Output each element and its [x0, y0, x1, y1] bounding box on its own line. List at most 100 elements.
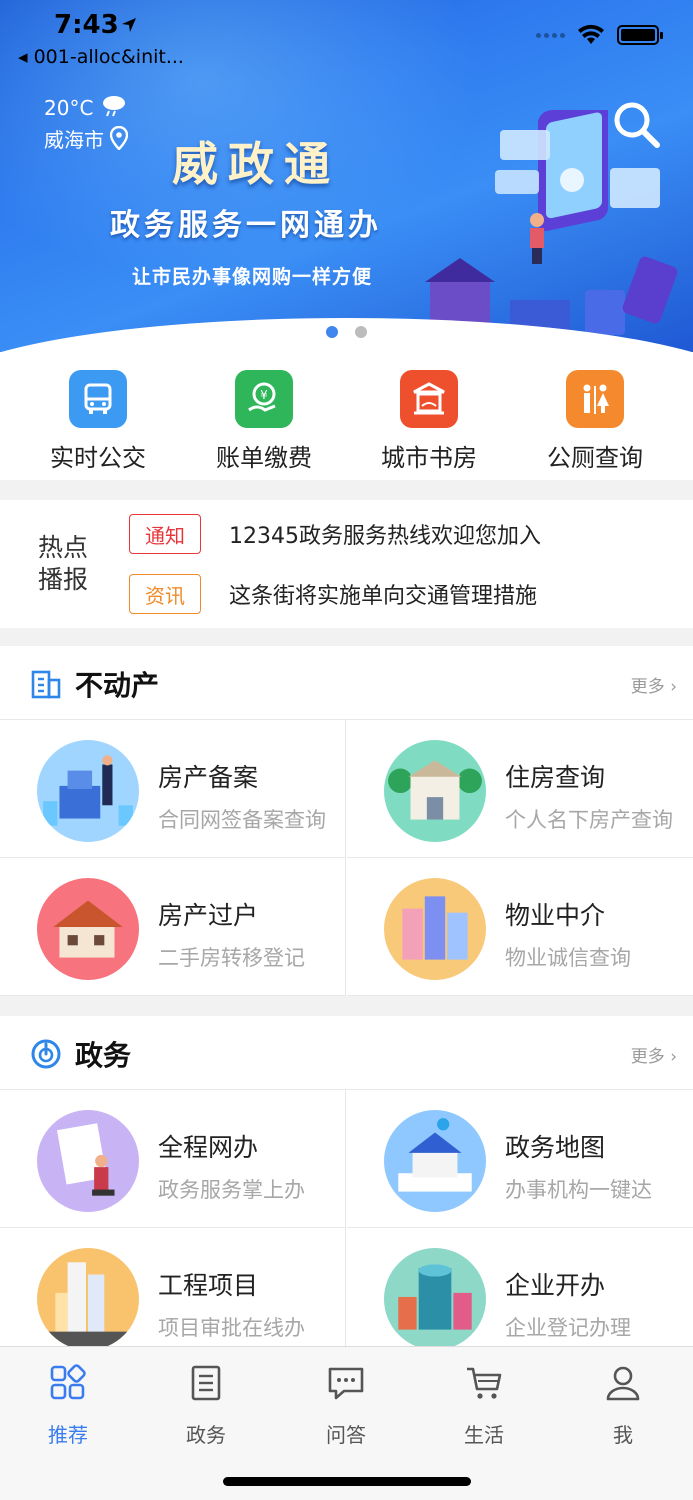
service-card[interactable]: 物业中介 物业诚信查询 [347, 858, 693, 996]
card-subtitle: 办事机构一键达 [505, 1178, 652, 1202]
banner-subtitle: 政务服务一网通办 [110, 208, 382, 243]
service-card[interactable]: 房产备案 合同网签备案查询 [0, 720, 346, 858]
quick-item-bus[interactable]: 实时公交 [28, 370, 168, 473]
city-name: 威海市 [44, 128, 104, 152]
banner-carousel[interactable]: 7:43 ◂ 001-alloc&init... 20°C 威海市 威政通 政务… [0, 0, 693, 352]
quick-label: 城市书房 [381, 444, 477, 472]
restroom-icon [566, 370, 624, 428]
section-header: 不动产 更多 › [0, 646, 693, 720]
more-label: 更多 [630, 677, 665, 697]
chevron-right-icon: › [670, 1047, 677, 1067]
pager-dot-1[interactable] [326, 326, 338, 338]
service-card[interactable]: 政务地图 办事机构一键达 [347, 1090, 693, 1228]
card-title: 工程项目 [158, 1271, 259, 1300]
banner-tagline: 让市民办事像网购一样方便 [132, 266, 373, 288]
status-indicators [536, 24, 663, 46]
tab-label: 问答 [326, 1423, 366, 1447]
filing-illustration-icon [37, 740, 139, 842]
news-text: 这条街将实施单向交通管理措施 [229, 584, 538, 609]
quick-item-bill[interactable]: ¥ 账单缴费 [194, 370, 334, 473]
online-service-illustration-icon [37, 1110, 139, 1212]
news-text: 12345政务服务热线欢迎您加入 [229, 524, 541, 549]
quick-item-restroom[interactable]: 公厕查询 [525, 370, 665, 473]
chat-icon [328, 1367, 364, 1400]
cellular-signal-icon [536, 32, 565, 38]
weather-temp-row: 20°C [44, 92, 128, 124]
carousel-pager[interactable] [326, 326, 367, 338]
section-government: 政务 更多 › 全程网办 政务服务掌上办 政务地图 办事机构一键达 工程项目 项… [0, 1016, 693, 1366]
card-title: 政务地图 [505, 1133, 606, 1162]
government-map-illustration-icon [384, 1110, 486, 1212]
city-row: 威海市 [44, 124, 129, 156]
hot-news-item[interactable]: 通知 12345政务服务热线欢迎您加入 [129, 514, 541, 554]
service-card[interactable]: 房产过户 二手房转移登记 [0, 858, 346, 996]
wifi-icon [578, 24, 604, 44]
banner-title: 威政通 [172, 137, 340, 191]
business-startup-illustration-icon [384, 1248, 486, 1350]
section-title: 不动产 [75, 669, 160, 702]
home-indicator[interactable] [223, 1477, 471, 1486]
card-title: 房产备案 [158, 763, 259, 792]
temperature: 20°C [44, 96, 94, 120]
status-time: 7:43 [54, 10, 119, 40]
pager-dot-2[interactable] [355, 326, 367, 338]
more-link[interactable]: 更多 › [631, 1042, 677, 1067]
status-bar: 7:43 ◂ 001-alloc&init... [0, 0, 693, 76]
quick-item-library[interactable]: 城市书房 [359, 370, 499, 473]
quick-services: 实时公交 ¥ 账单缴费 城市书房 公厕查询 [0, 352, 693, 480]
section-title: 政务 [75, 1039, 132, 1072]
tab-life[interactable]: 生活 [424, 1363, 544, 1448]
cart-icon [467, 1367, 502, 1399]
cloud-rain-icon [102, 96, 125, 117]
section-header: 政务 更多 › [0, 1016, 693, 1090]
hot-news-item[interactable]: 资讯 这条街将实施单向交通管理措施 [129, 574, 537, 614]
tab-qa[interactable]: 问答 [286, 1363, 406, 1448]
card-subtitle: 个人名下房产查询 [505, 808, 673, 832]
more-label: 更多 [630, 1047, 665, 1067]
library-icon [400, 370, 458, 428]
chevron-right-icon: › [670, 677, 677, 697]
service-card[interactable]: 住房查询 个人名下房产查询 [347, 720, 693, 858]
back-to-app-link[interactable]: ◂ 001-alloc&init... [18, 46, 184, 68]
recommend-icon [50, 1364, 86, 1400]
card-subtitle: 政务服务掌上办 [158, 1178, 305, 1202]
user-icon [606, 1366, 640, 1401]
card-title: 房产过户 [158, 901, 259, 930]
construction-project-illustration-icon [37, 1248, 139, 1350]
card-subtitle: 二手房转移登记 [158, 946, 305, 970]
money-hand-icon: ¥ [235, 370, 293, 428]
tab-recommend[interactable]: 推荐 [8, 1363, 128, 1448]
quick-label: 公厕查询 [547, 444, 643, 472]
card-subtitle: 项目审批在线办 [158, 1316, 305, 1340]
search-icon[interactable] [612, 100, 662, 150]
hot-news-title: 热点播报 [38, 533, 89, 594]
bus-icon [69, 370, 127, 428]
quick-label: 实时公交 [50, 444, 146, 472]
hot-news-panel: 热点播报 通知 12345政务服务热线欢迎您加入 资讯 这条街将实施单向交通管理… [0, 500, 693, 628]
tab-label: 推荐 [48, 1423, 88, 1447]
weather-widget[interactable]: 20°C 威海市 [44, 92, 129, 156]
card-title: 企业开办 [505, 1271, 606, 1300]
property-agency-illustration-icon [384, 878, 486, 980]
tab-government[interactable]: 政务 [146, 1363, 266, 1448]
quick-label: 账单缴费 [216, 444, 312, 472]
more-link[interactable]: 更多 › [631, 672, 677, 697]
power-icon [31, 1039, 61, 1069]
tab-me[interactable]: 我 [563, 1363, 683, 1448]
list-icon [191, 1365, 221, 1401]
service-card[interactable]: 全程网办 政务服务掌上办 [0, 1090, 346, 1228]
card-subtitle: 合同网签备案查询 [158, 808, 326, 832]
tab-label: 我 [613, 1423, 633, 1447]
card-subtitle: 企业登记办理 [505, 1316, 631, 1340]
location-pin-icon [110, 125, 129, 151]
housing-illustration-icon [384, 740, 486, 842]
section-real-estate: 不动产 更多 › 房产备案 合同网签备案查询 住房查询 个人名下房产查询 房产过… [0, 646, 693, 996]
location-arrow-icon [122, 18, 136, 32]
card-title: 全程网办 [158, 1133, 259, 1162]
tab-label: 政务 [186, 1423, 226, 1447]
tag-info: 资讯 [129, 574, 201, 614]
tab-label: 生活 [464, 1423, 504, 1447]
tag-notice: 通知 [129, 514, 201, 554]
battery-icon [617, 25, 663, 45]
card-title: 住房查询 [505, 763, 606, 792]
